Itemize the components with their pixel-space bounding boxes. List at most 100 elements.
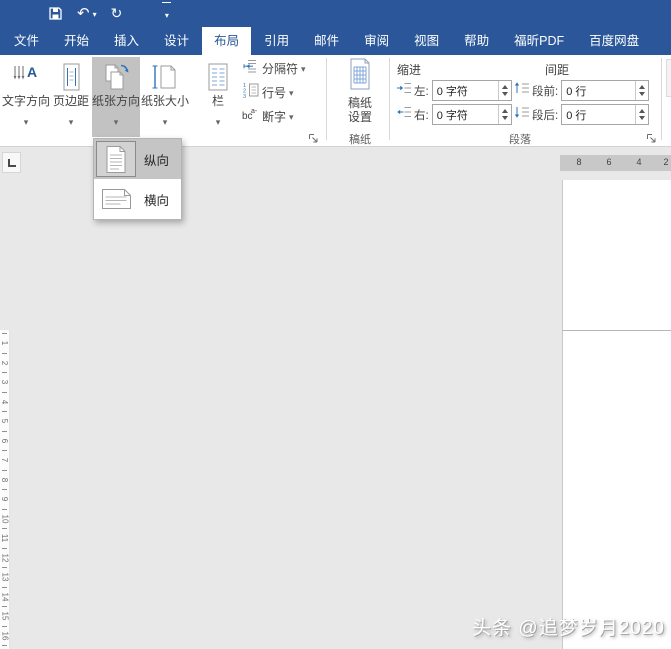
customize-quick-access-toolbar-icon[interactable] xyxy=(162,1,172,25)
ruler-number: 6 xyxy=(0,438,10,443)
spinner-down-icon[interactable] xyxy=(639,116,646,120)
indent-right-input[interactable]: 0 字符 xyxy=(431,104,512,125)
ruler-tick xyxy=(2,645,7,646)
button-label: 分隔符 xyxy=(262,61,299,76)
menu-item-portrait[interactable]: 纵向 xyxy=(94,139,181,179)
horizontal-ruler[interactable]: 8 6 4 2 xyxy=(560,155,671,171)
spacing-after-stepper[interactable] xyxy=(635,105,648,124)
save-icon-glyph xyxy=(49,6,62,20)
button-label: 文字方向 xyxy=(2,94,51,108)
ruler-number: 14 xyxy=(0,592,10,602)
tab-baidu-netdisk[interactable]: 百度网盘 xyxy=(577,27,651,55)
page-setup-group: A 文字方向 页边距 xyxy=(2,57,238,137)
spacing-before-stepper[interactable] xyxy=(635,81,648,100)
tab-foxit-pdf[interactable]: 福昕PDF xyxy=(502,27,576,55)
breaks-button[interactable]: 分隔符 xyxy=(242,58,306,78)
page-setup-dialog-launcher[interactable] xyxy=(308,131,320,143)
spinner-up-icon[interactable] xyxy=(639,85,646,89)
ruler-number: 8 xyxy=(576,157,582,167)
margins-button[interactable]: 页边距 xyxy=(50,57,92,137)
tab-view[interactable]: 视图 xyxy=(402,27,451,55)
spinner-up-icon[interactable] xyxy=(501,109,508,113)
tab-help[interactable]: 帮助 xyxy=(452,27,501,55)
paragraph-dialog-launcher[interactable] xyxy=(646,131,658,143)
indent-left-stepper[interactable] xyxy=(497,81,511,100)
group-separator xyxy=(326,58,327,140)
undo-dropdown-caret-icon[interactable] xyxy=(93,3,97,24)
indent-left-input[interactable]: 0 字符 xyxy=(431,80,512,101)
ruler-number: 3 xyxy=(0,380,10,385)
spacing-before-input[interactable]: 0 行 xyxy=(561,80,650,101)
text-direction-button[interactable]: A 文字方向 xyxy=(2,57,50,137)
document-page-2[interactable] xyxy=(562,331,671,649)
tab-stop-selector[interactable] xyxy=(2,152,21,173)
ruler-number: 15 xyxy=(0,611,10,621)
save-icon[interactable] xyxy=(48,6,63,21)
orientation-icon xyxy=(99,60,133,94)
tab-design[interactable]: 设计 xyxy=(152,27,201,55)
tab-references[interactable]: 引用 xyxy=(252,27,301,55)
spinner-down-icon[interactable] xyxy=(501,116,508,120)
ruler-tick xyxy=(2,352,7,354)
orientation-button[interactable]: 纸张方向 xyxy=(92,57,140,137)
tab-insert[interactable]: 插入 xyxy=(102,27,151,55)
redo-button[interactable] xyxy=(111,4,123,22)
ruler-number: 4 xyxy=(0,399,10,404)
ruler-number: 10 xyxy=(0,514,10,524)
indent-left-label: 左: xyxy=(414,85,429,98)
tab-file[interactable]: 文件 xyxy=(2,27,51,55)
ruler-number: 5 xyxy=(0,419,10,424)
quick-access-toolbar xyxy=(48,1,172,25)
spinner-down-icon[interactable] xyxy=(639,92,646,96)
menu-item-landscape[interactable]: 横向 xyxy=(94,179,181,219)
left-tab-stop-icon xyxy=(7,158,16,167)
tab-review[interactable]: 审阅 xyxy=(352,27,401,55)
columns-button[interactable]: 栏 xyxy=(198,57,238,137)
group-label-manuscript: 稿纸 xyxy=(349,134,371,146)
button-label-line1: 稿纸 xyxy=(347,96,372,110)
spinner-down-icon[interactable] xyxy=(501,92,508,96)
hyphenation-button[interactable]: bc a- 断字 xyxy=(242,106,306,126)
dialog-launcher-icon xyxy=(647,134,656,143)
tab-layout[interactable]: 布局 xyxy=(202,27,252,55)
manuscript-setup-button[interactable]: 稿纸 设置 xyxy=(334,57,386,129)
spacing-before-value: 0 行 xyxy=(566,85,587,98)
ruler-tick xyxy=(2,508,7,510)
title-bar xyxy=(0,0,671,27)
chevron-down-icon xyxy=(69,112,74,130)
line-numbers-button[interactable]: 123 行号 xyxy=(242,82,306,102)
chevron-down-icon xyxy=(163,112,168,130)
spacing-after-input[interactable]: 0 行 xyxy=(561,104,650,125)
document-page-1[interactable] xyxy=(562,180,671,330)
customize-bar-glyph xyxy=(162,1,172,3)
indent-right-stepper[interactable] xyxy=(497,105,511,124)
margins-icon xyxy=(54,60,88,94)
redo-icon xyxy=(111,4,123,22)
indent-right-value: 0 字符 xyxy=(436,109,468,122)
paper-size-icon xyxy=(148,60,182,94)
spinner-up-icon[interactable] xyxy=(501,85,508,89)
chevron-down-icon xyxy=(114,112,119,130)
paper-size-button[interactable]: 纸张大小 xyxy=(140,57,190,137)
ruler-tick xyxy=(2,547,7,549)
tab-home[interactable]: 开始 xyxy=(52,27,101,55)
button-label: 行号 xyxy=(262,85,287,100)
spinner-up-icon[interactable] xyxy=(639,109,646,113)
ruler-number: 2 xyxy=(663,157,669,167)
ruler-tick xyxy=(2,567,7,568)
ruler-number: 13 xyxy=(0,572,10,582)
spacing-before-field-row: 段前: 0 行 xyxy=(514,80,650,101)
ruler-number: 8 xyxy=(0,477,10,482)
group-label-paragraph: 段落 xyxy=(509,134,531,146)
undo-button[interactable] xyxy=(77,3,97,24)
ruler-tick xyxy=(2,586,7,588)
customize-caret-glyph xyxy=(165,4,169,25)
button-label: 栏 xyxy=(211,94,224,108)
ruler-number: 6 xyxy=(606,157,612,167)
vertical-ruler[interactable]: 1 2 3 4 5 6 7 8 9 10 11 12 13 14 15 16 xyxy=(0,330,10,649)
tab-mailings[interactable]: 邮件 xyxy=(302,27,351,55)
spacing-after-value: 0 行 xyxy=(566,109,587,122)
ruler-tick xyxy=(2,333,7,334)
hyphenation-icon: bc a- xyxy=(242,106,259,127)
watermark: 头条 @追梦岁月2020 xyxy=(472,618,665,639)
